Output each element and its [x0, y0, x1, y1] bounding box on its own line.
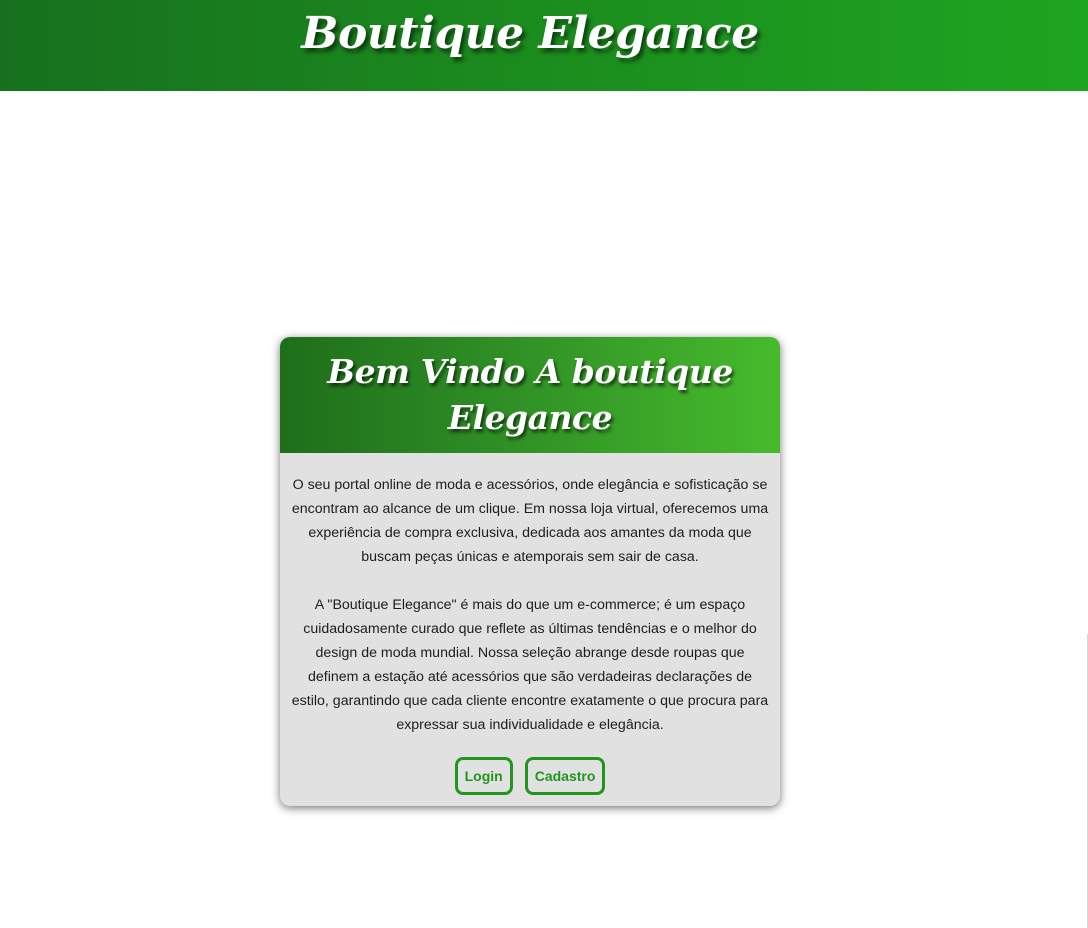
intro-paragraph: O seu portal online de moda e acessórios… — [291, 477, 769, 565]
welcome-card-body: O seu portal online de moda e acessórios… — [280, 453, 780, 795]
welcome-card: Bem Vindo A boutique Elegance O seu port… — [280, 337, 780, 806]
register-button[interactable]: Cadastro — [524, 757, 606, 795]
login-button[interactable]: Login — [454, 757, 513, 795]
auth-button-row: Login Cadastro — [290, 757, 770, 795]
welcome-card-header: Bem Vindo A boutique Elegance — [280, 337, 780, 453]
site-title: Boutique Elegance — [301, 8, 759, 59]
welcome-title: Bem Vindo A boutique Elegance — [327, 352, 733, 437]
site-header: Boutique Elegance — [0, 0, 1088, 91]
about-paragraph: A "Boutique Elegance" é mais do que um e… — [291, 597, 769, 733]
